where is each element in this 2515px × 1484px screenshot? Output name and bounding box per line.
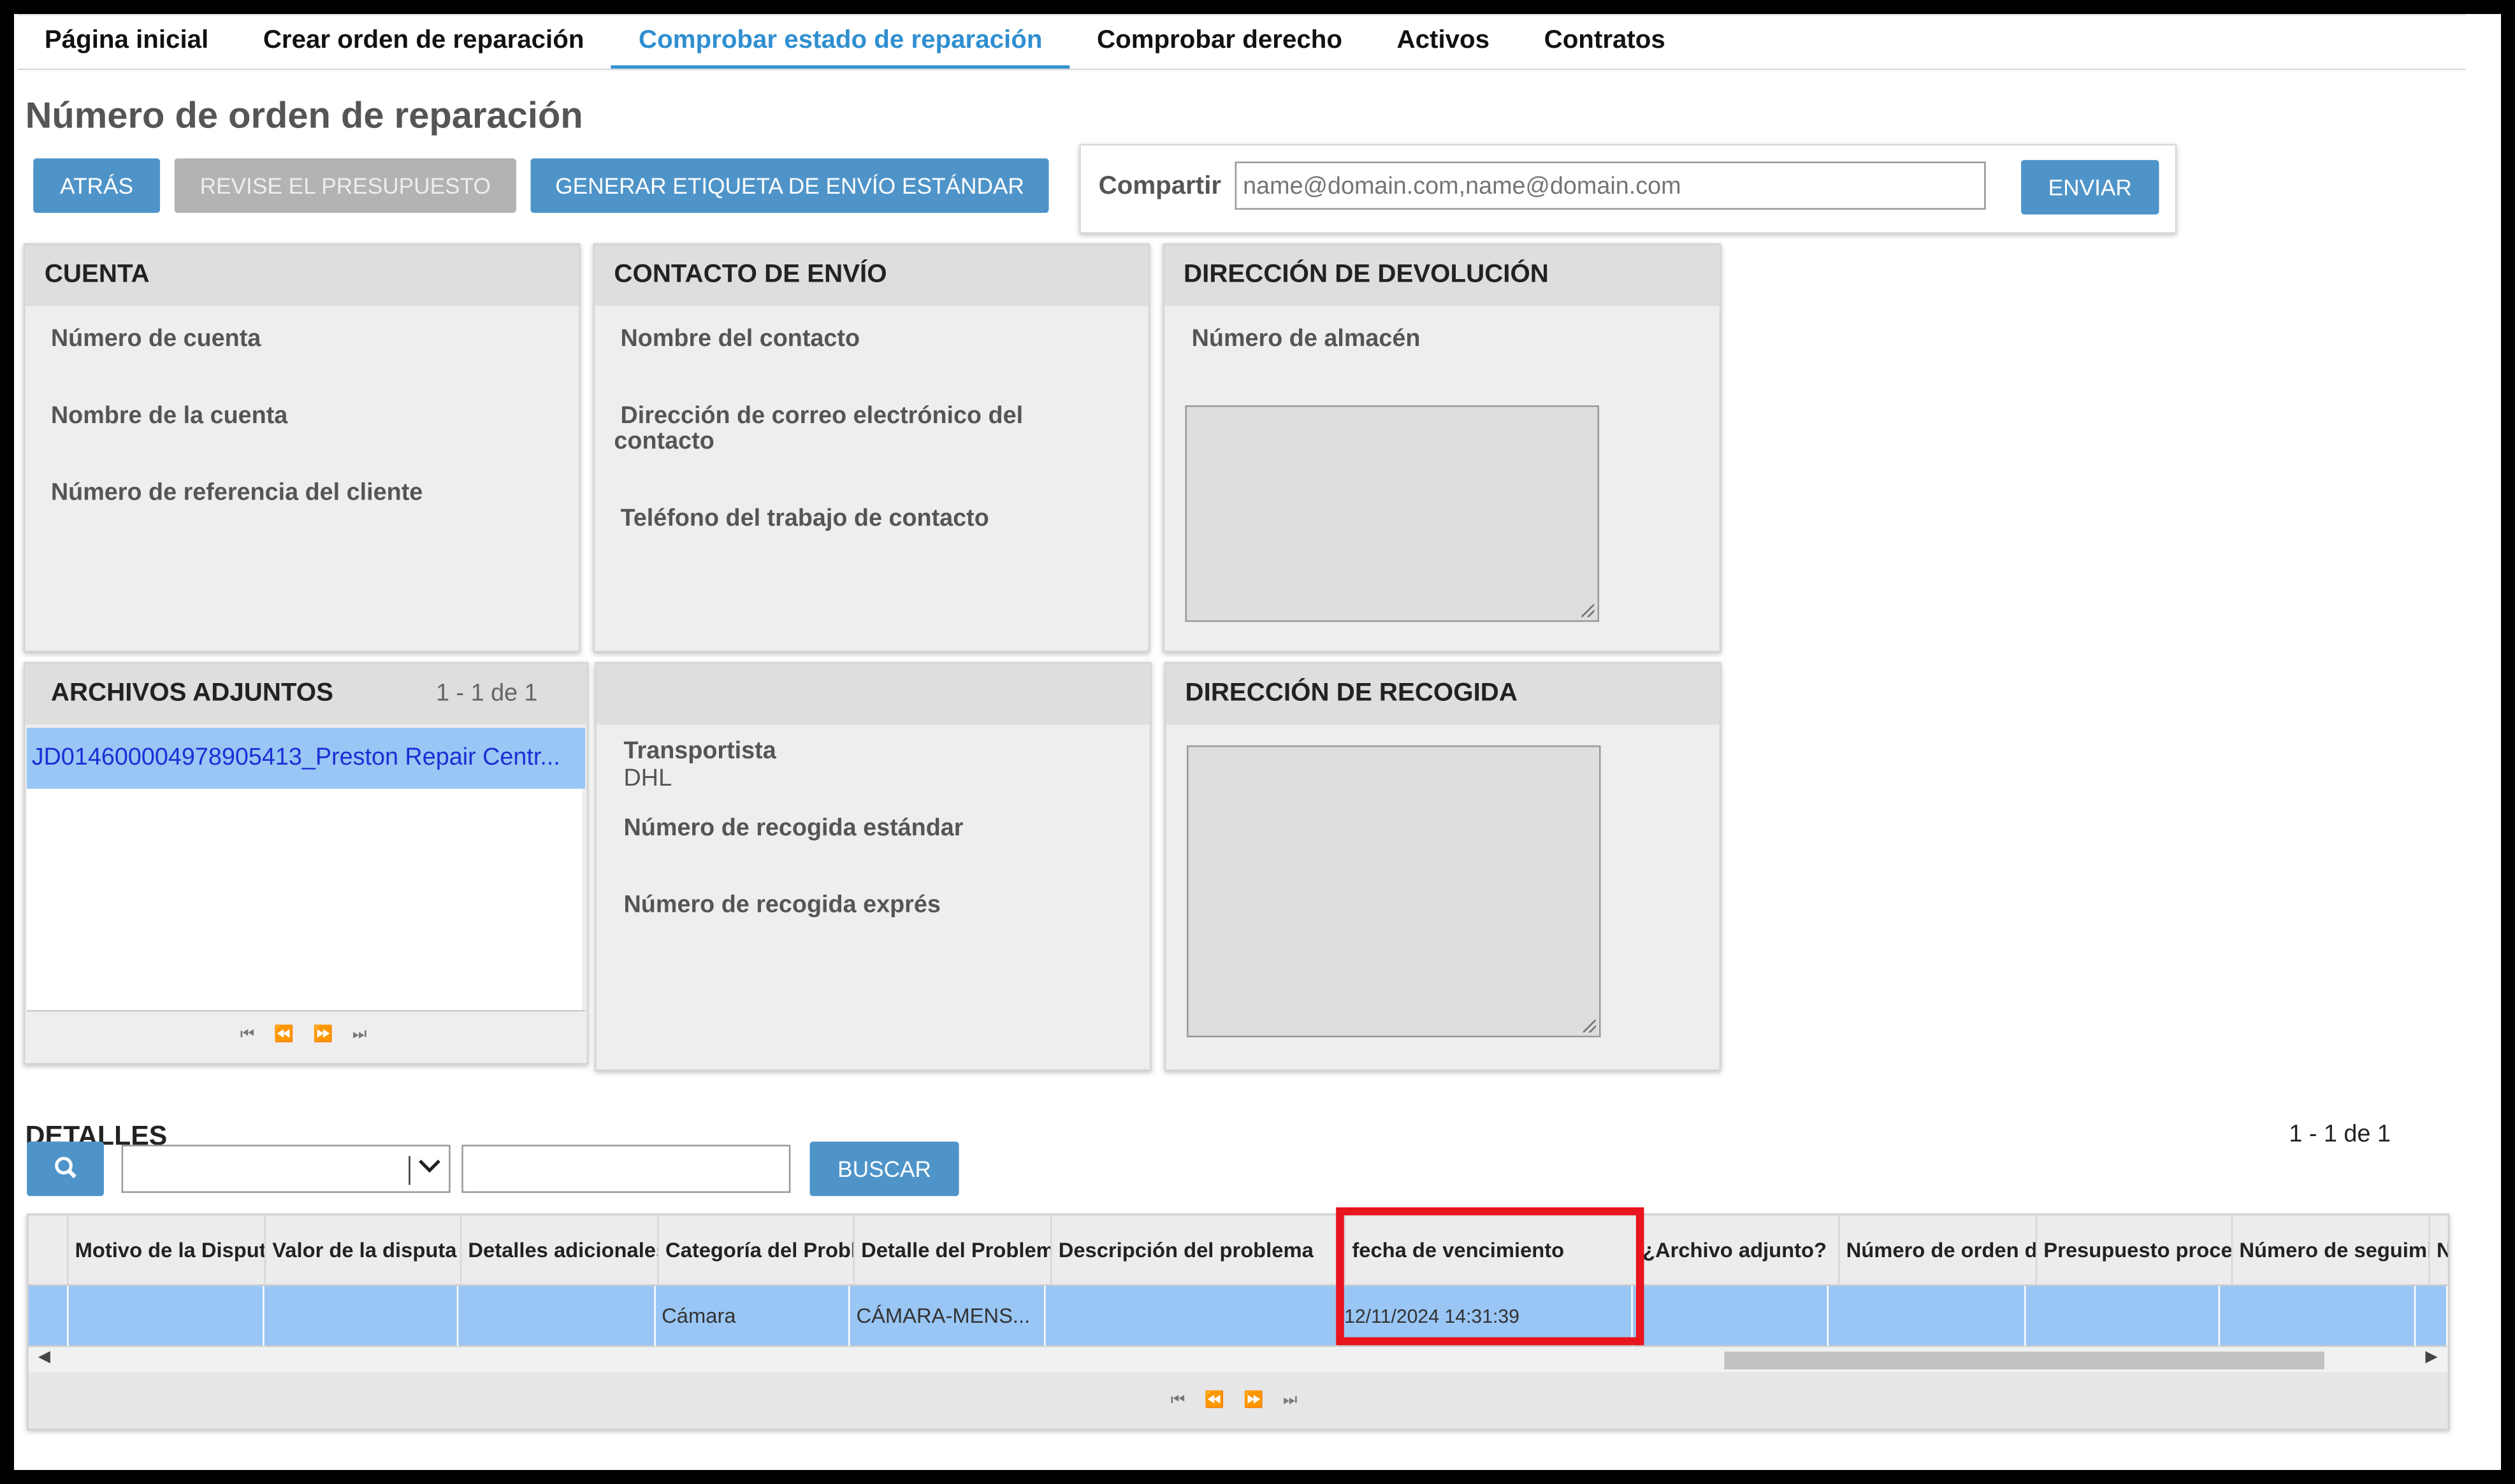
search-button[interactable]: [27, 1141, 104, 1197]
app-window: Página inicial Crear orden de reparación…: [14, 14, 2501, 1470]
account-number-label: Número de cuenta: [50, 325, 261, 353]
table-cell: [265, 1286, 460, 1347]
tab-assets[interactable]: Activos: [1370, 14, 1517, 69]
pickup-address-panel: DIRECCIÓN DE RECOGIDA: [1164, 661, 1721, 1071]
account-panel-title: CUENTA: [25, 245, 579, 306]
customer-reference-label: Número de referencia del cliente: [50, 479, 423, 507]
table-cell: Cámara: [655, 1286, 850, 1347]
attachments-pager: ⏮ ⏪ ⏩ ⏭: [240, 1026, 367, 1044]
table-cell: CÁMARA-MENS...: [850, 1286, 1047, 1347]
next-page-icon[interactable]: ⏩: [313, 1026, 333, 1044]
filter-field-select[interactable]: [121, 1144, 451, 1193]
review-quote-button[interactable]: REVISE EL PRESUPUESTO: [174, 158, 516, 213]
account-panel: CUENTA Número de cuenta Nombre de la cue…: [24, 243, 581, 652]
return-address-title: DIRECCIÓN DE DEVOLUCIÓN: [1164, 245, 1720, 306]
row-selector[interactable]: [28, 1286, 69, 1347]
scroll-left-icon[interactable]: ◀: [38, 1348, 50, 1366]
return-address-textarea[interactable]: [1185, 405, 1599, 623]
back-button[interactable]: ATRÁS: [33, 158, 161, 213]
horizontal-scrollbar[interactable]: ◀ ▶: [28, 1346, 2448, 1373]
tab-create-repair-order[interactable]: Crear orden de reparación: [236, 14, 611, 69]
carrier-panel-header: [596, 663, 1150, 725]
grid-header-selector: [28, 1215, 69, 1286]
search-input[interactable]: [461, 1144, 791, 1193]
last-page-icon[interactable]: ⏭: [1283, 1392, 1298, 1409]
account-name-label: Nombre de la cuenta: [50, 402, 288, 429]
grid-header-cell[interactable]: Número de orden de: [1839, 1215, 2038, 1286]
carrier-panel: Transportista DHL Número de recogida est…: [595, 661, 1152, 1071]
next-page-icon[interactable]: ⏩: [1243, 1392, 1263, 1409]
table-cell: [2416, 1286, 2448, 1347]
grid-header-cell[interactable]: Descripción del problema: [1052, 1215, 1346, 1286]
main-nav: Página inicial Crear orden de reparación…: [17, 14, 1693, 71]
grid-header-cell[interactable]: Número de seguimi: [2233, 1215, 2430, 1286]
grid-header-cell[interactable]: Detalle del Problema: [855, 1215, 1052, 1286]
grid-header-cell[interactable]: ¿Archivo adjunto?: [1642, 1215, 1840, 1286]
grid-header-cell[interactable]: Motivo de la Disputa: [68, 1215, 266, 1286]
shipping-contact-panel: CONTACTO DE ENVÍO Nombre del contacto Di…: [593, 243, 1150, 652]
standard-pickup-label: Número de recogida estándar: [623, 814, 964, 842]
carrier-label: Transportista: [623, 737, 776, 765]
table-cell: [68, 1286, 265, 1347]
page-title: Número de orden de reparación: [25, 94, 583, 136]
search-submit-button[interactable]: BUSCAR: [809, 1141, 959, 1197]
warehouse-number-label: Número de almacén: [1191, 325, 1421, 353]
table-cell: [2219, 1286, 2416, 1347]
pickup-address-title: DIRECCIÓN DE RECOGIDA: [1166, 663, 1720, 725]
table-cell: [1632, 1286, 1829, 1347]
tab-check-entitlement[interactable]: Comprobar derecho: [1069, 14, 1370, 69]
carrier-value: DHL: [623, 765, 672, 792]
grid-header-cell[interactable]: N: [2430, 1215, 2448, 1286]
contact-name-label: Nombre del contacto: [620, 325, 860, 353]
tab-home[interactable]: Página inicial: [17, 14, 236, 69]
grid-header-cell[interactable]: Categoría del Problema: [658, 1215, 855, 1286]
attachments-list: JD014600004978905413_Preston Repair Cent…: [27, 728, 586, 1011]
table-row[interactable]: Cámara CÁMARA-MENS... 12/11/2024 14:31:3…: [28, 1286, 2448, 1347]
pickup-address-textarea[interactable]: [1187, 745, 1601, 1037]
attachments-count: 1 - 1 de 1: [436, 679, 538, 707]
table-cell: [1829, 1286, 2026, 1347]
grid-header-cell[interactable]: Valor de la disputa: [266, 1215, 462, 1286]
divider: [27, 1010, 586, 1012]
nav-divider-bottom: [17, 68, 2466, 71]
first-page-icon[interactable]: ⏮: [240, 1026, 255, 1044]
last-page-icon[interactable]: ⏭: [352, 1026, 367, 1044]
select-divider: [409, 1156, 410, 1185]
express-pickup-label: Número de recogida exprés: [623, 891, 941, 919]
grid-header-cell[interactable]: Detalles adicionales: [461, 1215, 659, 1286]
table-cell: [2025, 1286, 2220, 1347]
grid-header-row: Motivo de la Disputa Valor de la disputa…: [28, 1215, 2448, 1286]
table-cell: [459, 1286, 656, 1347]
tab-contracts[interactable]: Contratos: [1517, 14, 1693, 69]
search-icon: [55, 1156, 76, 1179]
table-cell: [1046, 1286, 1338, 1347]
generate-shipping-label-button[interactable]: GENERAR ETIQUETA DE ENVÍO ESTÁNDAR: [530, 158, 1049, 213]
tab-check-repair-status[interactable]: Comprobar estado de reparación: [611, 14, 1069, 71]
details-pager: ⏮ ⏪ ⏩ ⏭: [1171, 1392, 1298, 1409]
prev-page-icon[interactable]: ⏪: [1205, 1392, 1224, 1409]
contact-email-label-cont: contacto: [614, 428, 714, 456]
scrollbar-thumb[interactable]: [1724, 1351, 2324, 1370]
contact-phone-label: Teléfono del trabajo de contacto: [620, 505, 989, 533]
shipping-contact-title: CONTACTO DE ENVÍO: [595, 245, 1149, 306]
chevron-down-icon: [419, 1160, 440, 1173]
return-address-panel: DIRECCIÓN DE DEVOLUCIÓN Número de almacé…: [1163, 243, 1721, 652]
contact-email-label: Dirección de correo electrónico del: [620, 402, 1024, 429]
prev-page-icon[interactable]: ⏪: [274, 1026, 294, 1044]
share-email-input[interactable]: [1235, 161, 1986, 210]
grid-header-cell[interactable]: Presupuesto proce: [2037, 1215, 2233, 1286]
send-button[interactable]: ENVIAR: [2021, 160, 2159, 215]
attachments-panel: ARCHIVOS ADJUNTOS 1 - 1 de 1 JD014600004…: [24, 661, 589, 1065]
details-count: 1 - 1 de 1: [2289, 1120, 2391, 1148]
scroll-right-icon[interactable]: ▶: [2425, 1348, 2437, 1366]
details-grid: Motivo de la Disputa Valor de la disputa…: [27, 1213, 2450, 1430]
attachment-item[interactable]: JD014600004978905413_Preston Repair Cent…: [27, 728, 586, 789]
share-label: Compartir: [1098, 173, 1222, 200]
due-date-highlight-box: [1336, 1207, 1644, 1346]
first-page-icon[interactable]: ⏮: [1171, 1392, 1185, 1409]
